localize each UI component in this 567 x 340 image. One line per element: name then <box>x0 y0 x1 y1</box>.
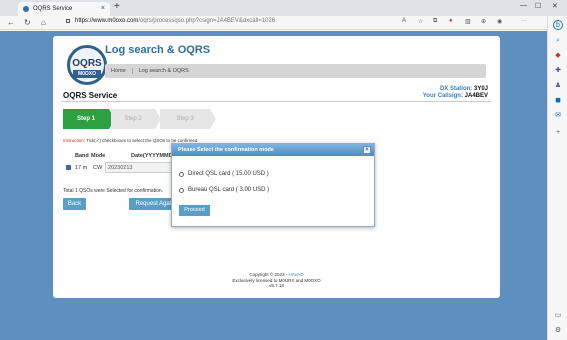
breadcrumb-current: Log search & OQRS <box>138 68 189 74</box>
collections-icon[interactable]: ⊕ <box>481 18 486 25</box>
dx-label: DX Station: <box>439 86 473 92</box>
copyright-link[interactable]: HAVAO <box>289 272 304 277</box>
settings-gear-icon[interactable]: ⚙ <box>553 326 563 336</box>
more-icon[interactable]: ··· <box>521 18 527 24</box>
row-date[interactable]: 20230213 <box>105 162 175 173</box>
office-icon[interactable]: ◼ <box>553 96 563 106</box>
step-3: Step 3 <box>160 109 210 129</box>
extensions-icon[interactable]: ⧉ <box>433 18 437 25</box>
refresh-icon[interactable]: ↻ <box>24 18 31 27</box>
site-favicon-icon <box>23 6 29 12</box>
logo-text: OQRS <box>72 58 102 69</box>
step-progress: Step 1 Step 2 Step 3 <box>63 109 223 129</box>
breadcrumb: Home Log search & OQRS <box>105 64 486 78</box>
extension-icon[interactable]: ● <box>449 18 453 24</box>
lock-icon <box>66 19 70 23</box>
dialog-title: Please Select the confirmation mode <box>178 147 274 153</box>
row-band: 17 m <box>75 165 88 171</box>
url-path: /oqrs/processqso.php?csign=JA4BEV&dxcall… <box>138 18 276 24</box>
shopping-icon[interactable]: ◆ <box>553 51 563 61</box>
footer: Copyright © 2023 - HAVAO Exclusively lic… <box>53 272 500 289</box>
instruction-prefix: Instruction: <box>63 138 86 143</box>
copilot-icon[interactable]: b <box>553 20 563 30</box>
total-selected: Total 1 QSOs were Selected for confirmat… <box>63 188 164 194</box>
read-aloud-icon[interactable]: A <box>402 18 406 24</box>
dialog-header: Please Select the confirmation mode × <box>172 144 374 156</box>
dx-value: 3Y0J <box>473 86 488 92</box>
station-info: DX Station: 3Y0J Your Callsign: JA4BEV <box>423 86 488 100</box>
callsign-value: JA4BEV <box>464 93 488 99</box>
add-icon[interactable]: + <box>553 128 563 138</box>
step-3-arrow <box>210 109 216 129</box>
callsign-label: Your Callsign: <box>422 93 463 99</box>
tab-close-icon[interactable]: × <box>101 5 105 12</box>
option-direct[interactable]: Direct QSL card ( 15.00 USD ) <box>179 171 269 177</box>
radio-bureau[interactable] <box>179 187 184 193</box>
profile-icon[interactable]: ◉ <box>497 18 502 25</box>
radio-direct[interactable] <box>179 171 184 177</box>
address-bar[interactable]: https://www.m0oxo.com/oqrs/processqso.ph… <box>66 18 275 24</box>
page-title: Log search & OQRS <box>105 44 211 56</box>
home-icon[interactable]: ⌂ <box>41 18 46 27</box>
proceed-button[interactable]: Proceed <box>179 205 210 216</box>
oqrs-logo: OQRS M0OXO <box>67 45 107 85</box>
favorites-icon[interactable]: ☆ <box>418 18 423 25</box>
option-bureau[interactable]: Bureau QSL card ( 3.00 USD ) <box>179 187 269 193</box>
service-title: OQRS Service <box>63 91 118 100</box>
col-band: Band <box>75 153 89 159</box>
col-mode: Mode <box>91 153 106 159</box>
outlook-icon[interactable]: ✉ <box>553 111 563 121</box>
tab-title: OQRS Service <box>33 6 73 12</box>
maximize-icon[interactable]: ☐ <box>535 2 541 10</box>
new-tab-button[interactable]: + <box>114 1 120 12</box>
logo-subtext: M0OXO <box>73 70 101 78</box>
sidebar-layout-icon[interactable]: ▭ <box>553 311 563 321</box>
back-icon[interactable]: ← <box>7 18 15 27</box>
copyright-text: Copyright © 2023 - <box>249 272 289 277</box>
browser-tab-bar: OQRS Service × + — ☐ ✕ <box>0 0 567 16</box>
url-host: https://www.m0oxo.com <box>75 18 139 24</box>
step-2: Step 2 <box>111 109 155 129</box>
close-window-icon[interactable]: ✕ <box>552 2 558 10</box>
games-icon[interactable]: ♟ <box>553 81 563 91</box>
minimize-icon[interactable]: — <box>520 2 527 9</box>
version-text: v5.7.18 <box>269 283 284 288</box>
search-icon[interactable]: ⌕ <box>553 36 563 46</box>
tools-icon[interactable]: ✚ <box>553 66 563 76</box>
breadcrumb-home[interactable]: Home <box>105 68 133 74</box>
split-screen-icon[interactable]: ▥ <box>465 18 471 25</box>
option-bureau-label: Bureau QSL card ( 3.00 USD ) <box>188 187 270 193</box>
edge-sidebar: b ⌕ ◆ ✚ ♟ ◼ ✉ + ▭ ⚙ <box>547 16 567 340</box>
back-button[interactable]: Back <box>63 198 86 210</box>
confirmation-mode-dialog: Please Select the confirmation mode × Di… <box>171 143 375 227</box>
divider <box>61 101 491 102</box>
step-1: Step 1 <box>63 109 109 129</box>
option-direct-label: Direct QSL card ( 15.00 USD ) <box>188 171 269 177</box>
row-mode: CW <box>93 165 103 171</box>
qso-checkbox[interactable] <box>66 165 71 170</box>
dialog-close-icon[interactable]: × <box>363 146 371 154</box>
browser-tab[interactable]: OQRS Service × <box>18 2 110 16</box>
